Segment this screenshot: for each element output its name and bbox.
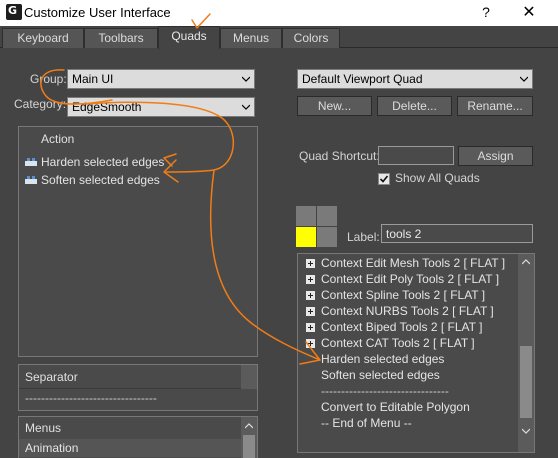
annotation-arrow-to-actions (85, 101, 235, 173)
annotation-arrowhead-upper (163, 153, 177, 167)
annotation-group-circle (40, 69, 113, 105)
annotation-checkmark (191, 13, 211, 29)
annotation-arrowhead-actions (163, 159, 179, 183)
annotation-arrow-to-quad (209, 169, 321, 361)
annotation-overlay (40, 13, 321, 365)
